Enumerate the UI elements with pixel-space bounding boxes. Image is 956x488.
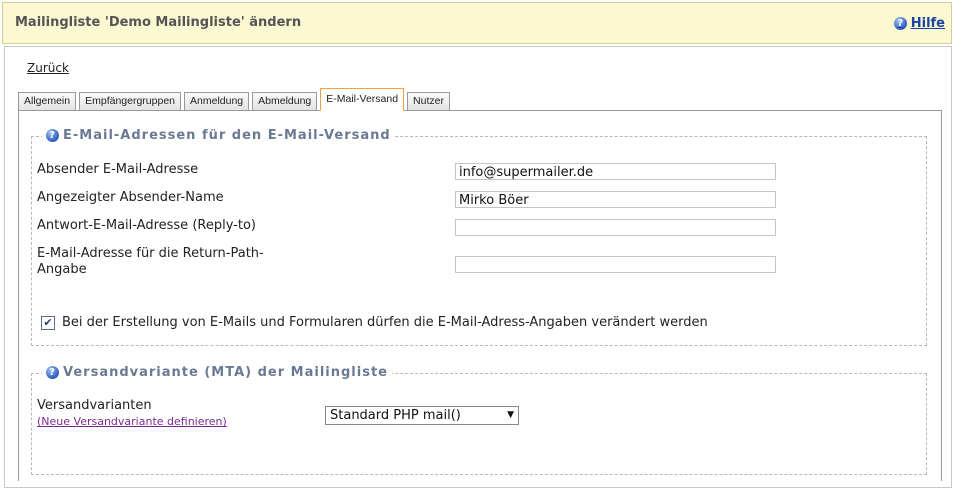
email-section-title: E-Mail-Adressen für den E-Mail-Versand <box>63 128 391 143</box>
sender-name-label: Angezeigter Absender-Name <box>37 190 224 205</box>
tab-content: ? E-Mail-Adressen für den E-Mail-Versand… <box>18 110 942 481</box>
reply-to-label: Antwort-E-Mail-Adresse (Reply-to) <box>37 218 256 233</box>
new-mta-link[interactable]: (Neue Versandvariante definieren) <box>37 415 227 428</box>
tab-email-versand[interactable]: E-Mail-Versand <box>320 88 405 111</box>
mta-select-value: Standard PHP mail() <box>330 408 461 423</box>
mta-label: Versandvarianten <box>37 398 152 413</box>
check-icon: ✔ <box>43 316 53 329</box>
tab-nutzer[interactable]: Nutzer <box>407 92 450 110</box>
back-link[interactable]: Zurück <box>27 61 69 75</box>
tab-bar: Allgemein Empfängergruppen Anmeldung Abm… <box>18 88 453 111</box>
page-title: Mailingliste 'Demo Mailingliste' ändern <box>15 15 302 30</box>
question-circle-icon[interactable]: ? <box>46 129 59 142</box>
question-circle-icon[interactable]: ? <box>893 17 907 30</box>
chevron-down-icon[interactable]: ▼ <box>507 407 514 424</box>
allow-change-checkbox[interactable]: ✔ <box>41 316 55 330</box>
sender-email-field[interactable]: info@supermailer.de <box>455 163 776 180</box>
sender-email-label: Absender E-Mail-Adresse <box>37 162 199 177</box>
help-label[interactable]: Hilfe <box>911 16 945 31</box>
allow-change-label: Bei der Erstellung von E-Mails und Formu… <box>62 315 708 330</box>
reply-to-field[interactable] <box>455 219 776 236</box>
mta-section-legend: ? Versandvariante (MTA) der Mailingliste <box>42 365 392 380</box>
email-section-legend: ? E-Mail-Adressen für den E-Mail-Versand <box>42 128 395 143</box>
sender-name-field[interactable]: Mirko Böer <box>455 191 776 208</box>
return-path-label-line1: E-Mail-Adresse für die Return-Path- <box>37 246 264 261</box>
tab-anmeldung[interactable]: Anmeldung <box>184 92 250 110</box>
tab-allgemein[interactable]: Allgemein <box>18 92 77 110</box>
tab-empfaengergruppen[interactable]: Empfängergruppen <box>79 92 182 110</box>
return-path-label-line2: Angabe <box>37 262 87 277</box>
tab-abmeldung[interactable]: Abmeldung <box>252 92 318 110</box>
mta-section-title: Versandvariante (MTA) der Mailingliste <box>63 365 388 380</box>
mta-select[interactable]: Standard PHP mail() ▼ <box>325 406 519 425</box>
page-header: Mailingliste 'Demo Mailingliste' ändern … <box>2 2 952 44</box>
return-path-field[interactable] <box>455 256 776 273</box>
help-link[interactable]: ? Hilfe <box>893 16 945 31</box>
question-circle-icon[interactable]: ? <box>46 366 59 379</box>
